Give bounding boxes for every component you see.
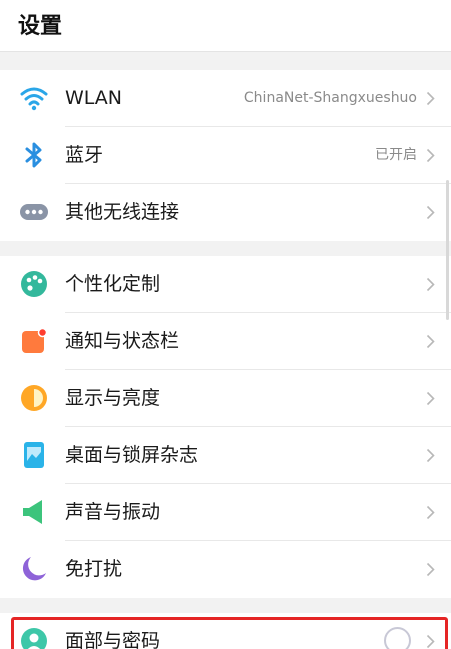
settings-item-sound[interactable]: 声音与振动: [0, 484, 451, 541]
moon-icon: [20, 555, 48, 583]
settings-item-wlan[interactable]: WLAN ChinaNet-Shangxueshuo: [0, 70, 451, 127]
personalization-group: 个性化定制 通知与状态栏 显示与亮度 桌面与锁屏杂志 声音与振动 免打扰: [0, 256, 451, 598]
wireless-group: WLAN ChinaNet-Shangxueshuo 蓝牙 已开启 其他无线连接: [0, 70, 451, 241]
chevron-right-icon: [426, 562, 435, 577]
page-title: 设置: [18, 14, 63, 39]
settings-item-label: 显示与亮度: [65, 387, 161, 409]
bluetooth-status: 已开启: [375, 147, 417, 163]
bluetooth-icon: [20, 141, 48, 169]
settings-item-label: 蓝牙: [65, 144, 104, 166]
settings-item-label: 其他无线连接: [65, 201, 180, 223]
chevron-right-icon: [426, 334, 435, 349]
more-connections-icon: [20, 198, 48, 226]
settings-item-label: 声音与振动: [65, 501, 161, 523]
settings-item-bluetooth[interactable]: 蓝牙 已开启: [0, 127, 451, 184]
wifi-icon: [20, 84, 48, 112]
settings-item-label: 免打扰: [65, 558, 123, 580]
settings-item-label: 通知与状态栏: [65, 330, 180, 352]
wallpaper-icon: [20, 441, 48, 469]
settings-item-other-wireless[interactable]: 其他无线连接: [0, 184, 451, 241]
app-header: 设置: [0, 0, 451, 52]
brightness-icon: [20, 384, 48, 412]
settings-screen: 设置 WLAN ChinaNet-Shangxueshuo 蓝牙 已开启 其他无…: [0, 0, 451, 649]
chevron-right-icon: [426, 277, 435, 292]
chevron-right-icon: [426, 505, 435, 520]
settings-item-display[interactable]: 显示与亮度: [0, 370, 451, 427]
scrollbar[interactable]: [446, 180, 449, 320]
settings-item-label: 桌面与锁屏杂志: [65, 444, 199, 466]
chevron-right-icon: [426, 205, 435, 220]
chevron-right-icon: [426, 448, 435, 463]
settings-item-do-not-disturb[interactable]: 免打扰: [0, 541, 451, 598]
settings-item-label: 个性化定制: [65, 273, 161, 295]
chevron-right-icon: [426, 391, 435, 406]
settings-item-label: WLAN: [65, 87, 123, 109]
chevron-right-icon: [426, 148, 435, 163]
settings-item-notifications[interactable]: 通知与状态栏: [0, 313, 451, 370]
settings-item-wallpaper[interactable]: 桌面与锁屏杂志: [0, 427, 451, 484]
wlan-network-name: ChinaNet-Shangxueshuo: [243, 90, 417, 106]
settings-item-personalization[interactable]: 个性化定制: [0, 256, 451, 313]
chevron-right-icon: [426, 91, 435, 106]
notification-icon: [20, 327, 48, 355]
palette-icon: [20, 270, 48, 298]
highlight-box: [11, 617, 448, 649]
sound-icon: [20, 498, 48, 526]
